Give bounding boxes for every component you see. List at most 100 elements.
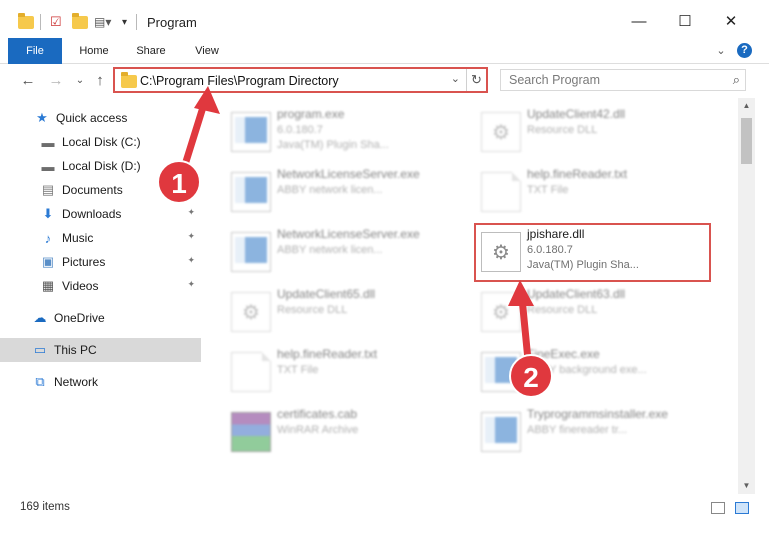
sidebar-item-pictures[interactable]: ▣ Pictures ✦ — [0, 250, 201, 274]
file-item[interactable]: ⚙ UpdateClient63.dll Resource DLL — [481, 284, 721, 340]
dll-gear-icon: ⚙ — [481, 112, 521, 152]
tab-file[interactable]: File — [8, 38, 62, 64]
file-detail: 6.0.180.7 — [277, 124, 323, 136]
star-icon: ★ — [36, 110, 48, 125]
vertical-scrollbar[interactable]: ▲ ▼ — [738, 98, 755, 494]
sidebar-item-network[interactable]: ⧉ Network — [0, 370, 201, 394]
large-icons-view-button[interactable] — [735, 502, 749, 514]
music-icon: ♪ — [44, 230, 52, 246]
properties-icon[interactable]: ☑ — [50, 12, 62, 32]
text-file-icon — [481, 172, 521, 212]
maximize-button[interactable]: ☐ — [663, 6, 707, 36]
sidebar-item-label: Music — [62, 231, 94, 245]
file-name: UpdateClient42.dll — [527, 107, 626, 121]
file-name: Tryprogrammsinstaller.exe — [527, 407, 668, 421]
sidebar-item-videos[interactable]: ▦ Videos ✦ — [0, 274, 201, 298]
item-count: 169 items — [20, 501, 70, 513]
refresh-button[interactable]: ↻ — [466, 69, 486, 91]
network-icon: ⧉ — [35, 374, 45, 389]
new-folder-icon[interactable] — [72, 12, 88, 32]
search-icon[interactable]: ⌕ — [733, 72, 740, 88]
file-item[interactable]: Tryprogrammsinstaller.exe ABBY finereader… — [481, 404, 721, 460]
pin-icon[interactable]: ✦ — [187, 279, 195, 290]
pin-icon[interactable]: ✦ — [187, 255, 195, 266]
tab-view[interactable]: View — [184, 38, 230, 64]
archive-icon — [231, 412, 271, 452]
sidebar-item-label: Downloads — [62, 207, 122, 221]
title-bar: ☑ ▤▾ ▾ Program — ☐ ✕ — [0, 0, 769, 38]
sidebar-item-quick-access[interactable]: ★ Quick access — [0, 106, 201, 130]
sidebar-item-music[interactable]: ♪ Music ✦ — [0, 226, 201, 250]
sidebar-item-downloads[interactable]: ⬇ Downloads ✦ — [0, 202, 201, 226]
search-input[interactable]: Search Program ⌕ — [500, 69, 746, 91]
file-item[interactable]: help.fineReader.txt TXT File — [231, 344, 471, 400]
dll-gear-icon: ⚙ — [481, 292, 521, 332]
file-name: UpdateClient65.dll — [277, 287, 376, 301]
close-button[interactable]: ✕ — [709, 6, 753, 36]
step-2-badge: 2 — [509, 354, 553, 398]
documents-icon: ▤ — [41, 182, 55, 197]
folder-icon — [18, 12, 34, 32]
sidebar-item-onedrive[interactable]: ☁ OneDrive — [0, 306, 201, 330]
tab-share[interactable]: Share — [126, 38, 176, 64]
file-item[interactable]: NetworkLicenseServer.exe ABBY network lic… — [231, 164, 471, 220]
sidebar-item-label: Local Disk (C:) — [62, 135, 141, 149]
target-highlight-box — [474, 223, 711, 282]
file-detail: TXT File — [527, 184, 569, 196]
dll-gear-icon: ⚙ — [231, 292, 271, 332]
sidebar-item-label: Pictures — [62, 255, 106, 269]
file-detail: WinRAR Archive — [277, 424, 359, 436]
exe-icon — [231, 112, 271, 152]
file-item[interactable]: ⚙ UpdateClient42.dll Resource DLL — [481, 104, 721, 160]
quick-access-dropdown-icon[interactable]: ▾ — [122, 12, 127, 32]
computer-icon: ▭ — [33, 342, 47, 357]
up-button[interactable]: ↑ — [90, 70, 110, 92]
file-description: Java(TM) Plugin Sha... — [277, 139, 389, 151]
file-item[interactable]: NetworkLicenseServer.exe ABBY network lic… — [231, 224, 471, 280]
navigation-bar: ← → ⌄ ↑ C:\Program Files\Program Directo… — [0, 64, 769, 98]
recent-locations-button[interactable]: ⌄ — [70, 70, 90, 92]
file-name: program.exe — [277, 107, 345, 121]
scroll-thumb[interactable] — [741, 118, 752, 164]
address-bar[interactable]: C:\Program Files\Program Directory ⌄ ↻ — [113, 67, 488, 93]
exe-icon — [231, 232, 271, 272]
customize-toolbar-icon[interactable]: ▤▾ — [94, 12, 111, 32]
scroll-down-arrow-icon[interactable]: ▼ — [738, 478, 755, 494]
exe-icon — [481, 412, 521, 452]
file-item[interactable]: certificates.cab WinRAR Archive — [231, 404, 471, 460]
scroll-up-arrow-icon[interactable]: ▲ — [738, 98, 755, 114]
forward-button[interactable]: → — [46, 70, 66, 92]
expand-ribbon-icon[interactable]: ⌄ — [712, 42, 730, 60]
pin-icon[interactable]: ✦ — [187, 231, 195, 242]
sidebar-item-label: Quick access — [56, 111, 128, 125]
window-title: Program — [147, 15, 197, 30]
sidebar-item-this-pc[interactable]: ▭ This PC — [0, 338, 201, 362]
sidebar-item-label: Videos — [62, 279, 99, 293]
file-detail: TXT File — [277, 364, 319, 376]
tab-home[interactable]: Home — [70, 38, 118, 64]
sidebar-item-label: Documents — [62, 183, 123, 197]
download-icon: ⬇ — [42, 206, 54, 221]
file-name: help.fineReader.txt — [277, 347, 378, 361]
minimize-button[interactable]: — — [617, 6, 661, 36]
file-name: help.fineReader.txt — [527, 167, 628, 181]
file-detail: ABBY network licen... — [277, 244, 383, 256]
address-dropdown-icon[interactable]: ⌄ — [451, 72, 460, 85]
ribbon: File Home Share View ⌄ ? — [0, 38, 769, 64]
videos-icon: ▦ — [41, 278, 55, 293]
help-icon[interactable]: ? — [737, 43, 752, 58]
file-item[interactable]: ⚙ UpdateClient65.dll Resource DLL — [231, 284, 471, 340]
file-item[interactable]: help.fineReader.txt TXT File — [481, 164, 721, 220]
file-list: program.exe 6.0.180.7 Java(TM) Plugin Sha.… — [205, 98, 738, 494]
file-detail: ABBY network licen... — [277, 184, 383, 196]
file-name: NetworkLicenseServer.exe — [277, 227, 420, 241]
file-name: UpdateClient63.dll — [527, 287, 626, 301]
back-button[interactable]: ← — [18, 70, 38, 92]
file-detail: Resource DLL — [527, 124, 598, 136]
details-view-button[interactable] — [711, 502, 725, 514]
address-path[interactable]: C:\Program Files\Program Directory — [140, 74, 339, 88]
sidebar-item-local-disk-c[interactable]: ▬ Local Disk (C:) — [0, 130, 201, 154]
sidebar-item-label: Local Disk (D:) — [62, 159, 141, 173]
pin-icon[interactable]: ✦ — [187, 207, 195, 218]
file-item[interactable]: program.exe 6.0.180.7 Java(TM) Plugin Sha.… — [231, 104, 471, 160]
